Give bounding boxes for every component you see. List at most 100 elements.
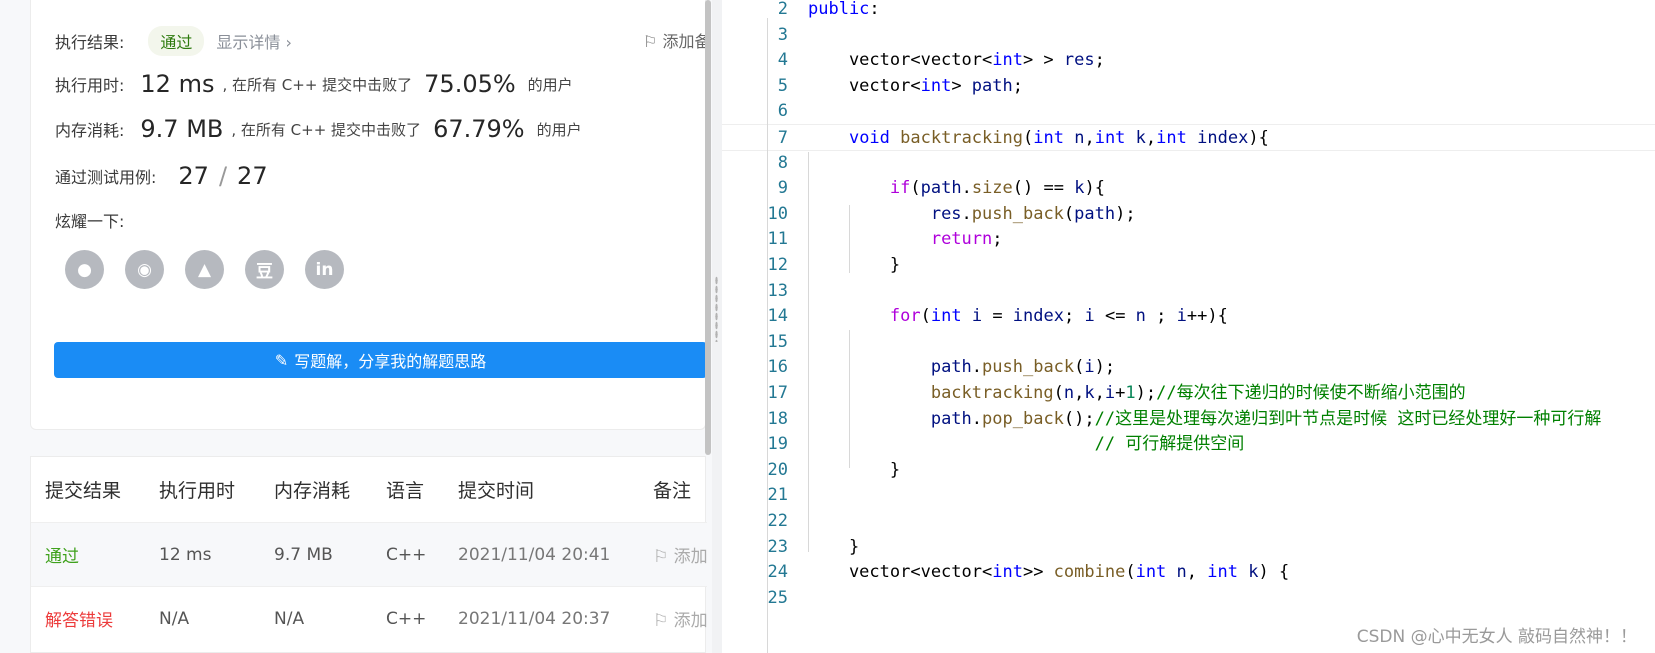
code-line[interactable]: 7 void backtracking(int n,int k,int inde… — [722, 124, 1655, 151]
page-root: 执行结果: 通过 显示详情 › ⚐ 添加备注 执行用时: 12 ms , 在所有… — [0, 0, 1655, 653]
code-text[interactable]: res.push_back(path); — [808, 201, 1136, 228]
table-row[interactable]: 通过 12 ms 9.7 MB C++ 2021/11/04 20:41 ⚐ 添… — [31, 522, 707, 586]
code-line[interactable]: 21 — [722, 482, 1655, 509]
line-number: 15 — [767, 331, 788, 352]
code-line[interactable]: 17 backtracking(n,k,i+1);//每次往下递归的时候使不断缩… — [722, 380, 1655, 407]
row-time: 2021/11/04 20:41 — [458, 544, 611, 565]
show-details-link[interactable]: 显示详情 › — [216, 29, 292, 53]
row-result[interactable]: 通过 — [45, 542, 79, 567]
panel-scrollbar[interactable] — [705, 0, 711, 455]
code-line[interactable]: 9 if(path.size() == k){ — [722, 175, 1655, 202]
memory-mid-text: , 在所有 C++ 提交中击败了 — [231, 120, 422, 139]
row-result[interactable]: 解答错误 — [45, 606, 113, 631]
code-editor[interactable]: 25 24 vector<vector<int>> combine(int n, … — [722, 0, 1655, 653]
header-runtime: 执行用时 — [159, 480, 236, 502]
code-line[interactable]: 5 vector<int> path; — [722, 73, 1655, 100]
code-line[interactable]: 25 — [722, 585, 1655, 612]
row-runtime: N/A — [159, 608, 190, 629]
code-line[interactable]: 20 } — [722, 457, 1655, 484]
line-number: 4 — [777, 50, 788, 71]
row-language: C++ — [386, 608, 427, 629]
csdn-watermark: CSDN @心中无女人 敲码自然神！！ — [1356, 627, 1637, 647]
code-line[interactable]: 12 } — [722, 252, 1655, 279]
line-number: 14 — [767, 306, 788, 327]
line-number: 19 — [767, 434, 788, 455]
testcases-passed: 27 — [178, 162, 209, 190]
line-number: 24 — [767, 562, 788, 583]
code-line[interactable]: 18 path.pop_back();//这里是处理每次递归到叶节点是时候 这时… — [722, 406, 1655, 433]
line-number: 23 — [767, 536, 788, 557]
code-line[interactable]: 15 — [722, 329, 1655, 356]
memory-label: 内存消耗: — [55, 121, 125, 140]
row-memory: N/A — [274, 608, 305, 629]
code-text[interactable]: vector<int> path; — [808, 73, 1023, 100]
header-memory: 内存消耗 — [274, 480, 351, 502]
code-line[interactable]: 16 path.push_back(i); — [722, 354, 1655, 381]
code-text[interactable]: } — [808, 252, 900, 279]
code-line[interactable]: 2 public: — [722, 0, 1655, 23]
weibo-icon[interactable]: ◉ — [125, 250, 164, 289]
header-note: 备注 — [653, 480, 692, 502]
code-line[interactable]: 19 // 可行解提供空间 — [722, 431, 1655, 458]
line-number: 5 — [777, 75, 788, 96]
row-add-note[interactable]: ⚐ 添加备注 — [653, 606, 707, 631]
code-line[interactable]: 6 — [722, 98, 1655, 125]
code-text[interactable]: public: — [808, 0, 880, 23]
qq-icon[interactable]: ▲ — [185, 250, 224, 289]
share-icons: ● ◉ ▲ 豆 in — [65, 250, 344, 289]
code-line[interactable]: 10 res.push_back(path); — [722, 201, 1655, 228]
code-text[interactable]: path.push_back(i); — [808, 354, 1115, 381]
submission-panel: 执行结果: 通过 显示详情 › ⚐ 添加备注 执行用时: 12 ms , 在所有… — [0, 0, 712, 653]
code-text[interactable]: backtracking(n,k,i+1);//每次往下递归的时候使不断缩小范围… — [808, 380, 1466, 407]
code-line[interactable]: 22 — [722, 508, 1655, 535]
line-number: 25 — [767, 587, 788, 608]
code-text[interactable]: void backtracking(int n,int k,int index)… — [808, 125, 1269, 152]
code-text[interactable]: } — [808, 534, 859, 561]
code-text[interactable]: vector<vector<int> > res; — [808, 47, 1105, 74]
result-row: 执行结果: 通过 显示详情 › — [55, 26, 292, 56]
line-number: 11 — [767, 229, 788, 250]
code-text[interactable]: return; — [808, 226, 1003, 253]
panel-splitter[interactable] — [712, 0, 722, 653]
row-time: 2021/11/04 20:37 — [458, 608, 611, 629]
code-text[interactable]: // 可行解提供空间 — [808, 431, 1245, 458]
line-number: 10 — [767, 203, 788, 224]
code-text[interactable]: path.pop_back();//这里是处理每次递归到叶节点是时候 这时已经处… — [808, 406, 1602, 433]
header-result: 提交结果 — [45, 480, 122, 502]
code-line[interactable]: 13 — [722, 278, 1655, 305]
code-line[interactable]: 3 — [722, 22, 1655, 49]
drag-handle-icon[interactable] — [715, 276, 718, 342]
indent-guide — [849, 330, 850, 468]
row-note-label: 添加备注 — [673, 547, 707, 567]
wechat-icon[interactable]: ● — [65, 250, 104, 289]
add-note-button[interactable]: ⚐ 添加备注 — [643, 28, 707, 52]
runtime-mid-text: , 在所有 C++ 提交中击败了 — [222, 75, 413, 94]
result-card: 执行结果: 通过 显示详情 › ⚐ 添加备注 执行用时: 12 ms , 在所有… — [30, 0, 707, 430]
code-text[interactable]: for(int i = index; i <= n ; i++){ — [808, 303, 1228, 330]
runtime-percent: 75.05% — [424, 70, 516, 98]
code-line[interactable]: 11 return; — [722, 226, 1655, 253]
code-text[interactable]: if(path.size() == k){ — [808, 175, 1105, 202]
code-text[interactable]: vector<vector<int>> combine(int n, int k… — [808, 559, 1289, 586]
memory-suffix: 的用户 — [536, 120, 582, 139]
code-line[interactable]: 23 } — [722, 534, 1655, 561]
header-time: 提交时间 — [458, 480, 535, 502]
write-solution-button[interactable]: ✎ 写题解，分享我的解题思路 — [54, 342, 707, 378]
indent-guide — [849, 205, 850, 273]
code-text[interactable]: } — [808, 457, 900, 484]
runtime-row: 执行用时: 12 ms , 在所有 C++ 提交中击败了 75.05% 的用户 — [55, 70, 573, 98]
code-line[interactable]: 14 for(int i = index; i <= n ; i++){ — [722, 303, 1655, 330]
testcases-separator: / — [218, 162, 228, 190]
line-number: 20 — [767, 459, 788, 480]
linkedin-icon[interactable]: in — [305, 250, 344, 289]
code-line[interactable]: 8 — [722, 150, 1655, 177]
code-line[interactable]: 24 vector<vector<int>> combine(int n, in… — [722, 559, 1655, 586]
row-add-note[interactable]: ⚐ 添加备注 — [653, 542, 707, 567]
code-line[interactable]: 4 vector<vector<int> > res; — [722, 47, 1655, 74]
memory-row: 内存消耗: 9.7 MB , 在所有 C++ 提交中击败了 67.79% 的用户 — [55, 115, 582, 143]
result-label: 执行结果: — [55, 33, 125, 52]
line-number: 17 — [767, 383, 788, 403]
douban-icon[interactable]: 豆 — [245, 250, 284, 289]
testcases-row: 通过测试用例: 27 / 27 — [55, 162, 276, 190]
table-row[interactable]: 解答错误 N/A N/A C++ 2021/11/04 20:37 ⚐ 添加备注 — [31, 586, 707, 650]
